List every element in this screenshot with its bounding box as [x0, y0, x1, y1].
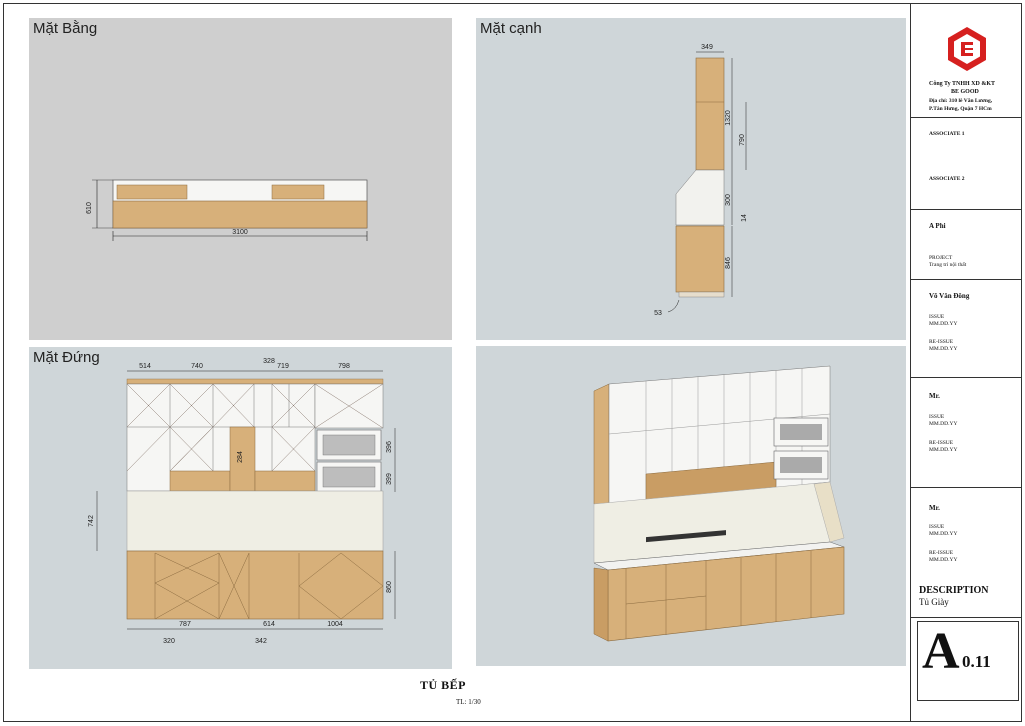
tb-company-name: Công Ty TNHH XD &KT	[929, 81, 996, 87]
elev-dim-top-c: 328	[263, 358, 275, 365]
elev-dim-bot-d: 320	[163, 638, 175, 645]
viewport-perspective[interactable]	[476, 346, 906, 666]
plan-base-cabinet	[112, 200, 368, 229]
plan-upper-left	[116, 184, 188, 200]
tb-designer: Võ Văn Đông ISSUE MM.DD.YY RE-ISSUE MM.D…	[911, 280, 1022, 378]
tb-description-label: DESCRIPTION	[919, 585, 989, 596]
tb-designer-name: Võ Văn Đông	[929, 292, 970, 300]
plan-dim-depth: 610	[86, 202, 93, 214]
tb-brand: BE GOOD	[951, 89, 979, 95]
tb-associate2: ASSOCIATE 2	[929, 176, 965, 182]
tb-issue3: ISSUE	[929, 524, 945, 530]
elev-dim-top-e: 798	[338, 363, 350, 370]
side-dim-backsplash: 300	[725, 194, 732, 206]
elevation-drawing: 514 740 328 719 798 742 284 396 399 860 …	[88, 358, 396, 645]
elev-dim-bot-a: 787	[179, 621, 191, 628]
tb-project-label: PROJECT	[929, 255, 953, 261]
tb-mr2-name: Mr.	[929, 504, 940, 512]
side-dim-upper-cab: 790	[739, 134, 746, 146]
tb-issue2-date: MM.DD.YY	[929, 421, 958, 427]
elev-open-shelf-right	[254, 470, 316, 492]
drawing-title: TỦ BẾP	[420, 678, 467, 692]
tb-project-name: Trang trí nội thất	[929, 262, 967, 268]
plan-dim-width: 3100	[232, 229, 248, 236]
tb-reissue2-date: MM.DD.YY	[929, 447, 958, 453]
drawing-scale: TL: 1/30	[456, 698, 481, 706]
side-hood	[675, 169, 725, 226]
elev-base-cabinets	[126, 550, 384, 620]
viewport-plan[interactable]: Mặt Bằng 3100 610	[29, 18, 452, 340]
persp-base-side	[593, 567, 609, 642]
tb-issue3-date: MM.DD.YY	[929, 531, 958, 537]
tb-mr1-name: Mr.	[929, 392, 940, 400]
elev-backsplash	[126, 490, 384, 552]
elev-dim-bot-e: 342	[255, 638, 267, 645]
tb-description: Tủ Giày	[919, 597, 949, 607]
company-logo-icon	[948, 27, 986, 71]
tb-issue1-date: MM.DD.YY	[929, 321, 958, 327]
tb-issue1: ISSUE	[929, 314, 945, 320]
elev-dim-top-d: 719	[277, 363, 289, 370]
tb-sheet-number: A 0.11	[917, 621, 1019, 701]
tb-client-name: A Phi	[929, 222, 946, 230]
elev-dim-lower: 860	[386, 581, 393, 593]
tb-address2: P.Tân Hưng, Quận 7 HCm	[929, 106, 992, 112]
tb-reissue3-date: MM.DD.YY	[929, 557, 958, 563]
side-dim-upper-total: 1320	[725, 110, 732, 126]
plan-upper-right	[271, 184, 325, 200]
elev-dim-oven-a: 396	[386, 441, 393, 453]
tb-reissue2: RE-ISSUE	[929, 440, 954, 446]
elev-dim-top-a: 514	[139, 363, 151, 370]
elev-dim-oven-b: 399	[386, 473, 393, 485]
side-dim-toe: 53	[654, 310, 662, 317]
side-toe-kick	[678, 291, 725, 298]
plan-drawing: 3100 610	[86, 179, 368, 241]
tb-associates: ASSOCIATE 1 ASSOCIATE 2	[911, 118, 1022, 210]
sheet-number: 0.11	[962, 652, 991, 671]
tb-client: A Phi PROJECT Trang trí nội thất	[911, 210, 1022, 280]
side-dim-lower: 846	[725, 257, 732, 269]
tb-mr1: Mr. ISSUE MM.DD.YY RE-ISSUE MM.DD.YY	[911, 378, 1022, 488]
sheet-letter: A	[922, 623, 960, 680]
elev-dim-top-b: 740	[191, 363, 203, 370]
tb-issue2: ISSUE	[929, 414, 945, 420]
tb-mr2: Mr. ISSUE MM.DD.YY RE-ISSUE MM.DD.YY DES…	[911, 488, 1022, 618]
elev-dim-bot-c: 1004	[327, 621, 343, 628]
side-upper-cabinet	[695, 57, 725, 171]
viewport-elevation[interactable]: Mặt Đứng 514 740 328 719 798 742 284 396…	[29, 347, 452, 669]
elev-crown	[126, 378, 384, 385]
side-dim-top: 349	[701, 44, 713, 51]
tb-reissue1: RE-ISSUE	[929, 339, 954, 345]
tb-associate1: ASSOCIATE 1	[929, 131, 965, 137]
side-dim-counter: 14	[741, 214, 748, 222]
title-block: Công Ty TNHH XD &KT BE GOOD Địa chỉ: 310…	[910, 3, 1022, 722]
side-base-cabinet	[675, 225, 725, 293]
tb-reissue3: RE-ISSUE	[929, 550, 954, 556]
viewport-side[interactable]: Mặt cạnh 349 1320 790 300 14 846 53	[476, 18, 906, 340]
persp-upper-side	[593, 383, 610, 507]
elev-open-shelf-left	[169, 470, 231, 492]
tb-company: Công Ty TNHH XD &KT BE GOOD Địa chỉ: 310…	[911, 3, 1022, 118]
elev-dim-backsplash: 742	[88, 515, 95, 527]
tb-reissue1-date: MM.DD.YY	[929, 346, 958, 352]
tb-address1: Địa chỉ: 310 lê Văn Lương,	[929, 98, 993, 104]
elev-dim-bot-b: 614	[263, 621, 275, 628]
side-drawing: 349 1320 790 300 14 846 53	[654, 44, 748, 317]
elev-dim-inner: 284	[237, 451, 244, 463]
perspective-drawing	[593, 365, 845, 642]
